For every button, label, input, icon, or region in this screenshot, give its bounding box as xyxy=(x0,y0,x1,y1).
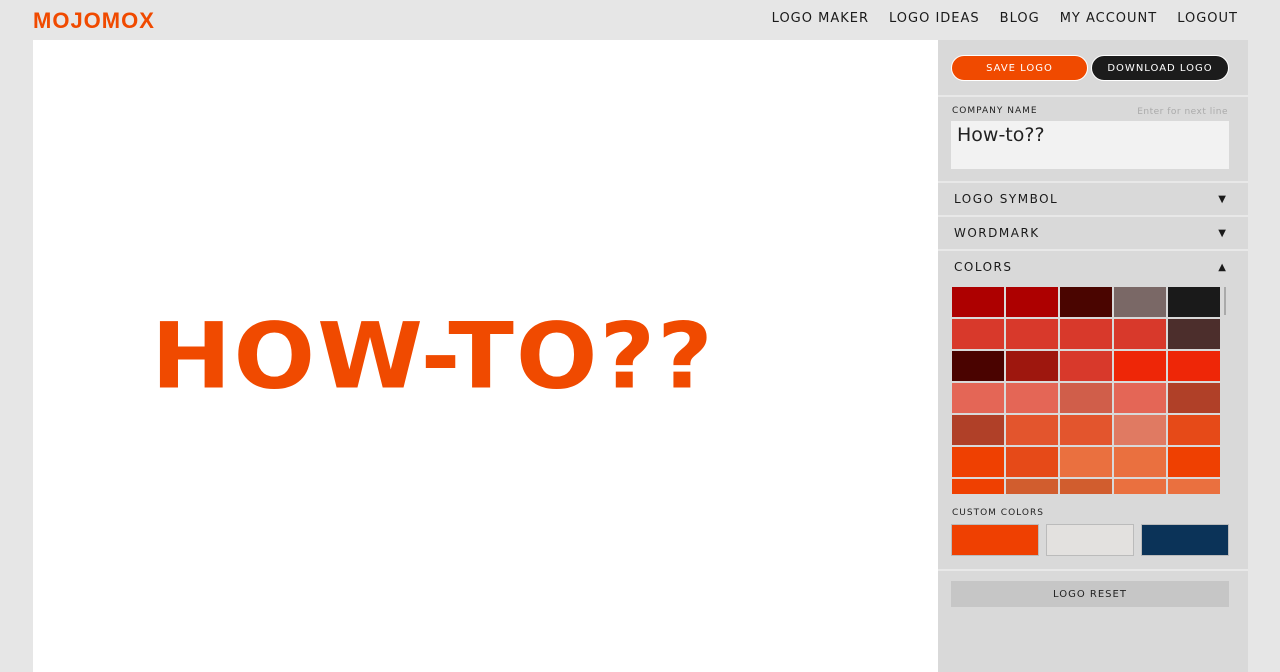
color-swatch[interactable] xyxy=(951,446,1005,478)
download-logo-button[interactable]: DOWNLOAD LOGO xyxy=(1091,55,1229,81)
palette-scrollbar[interactable] xyxy=(1224,287,1226,315)
nav-blog[interactable]: BLOG xyxy=(1000,11,1040,26)
nav-my-account[interactable]: MY ACCOUNT xyxy=(1060,11,1158,26)
color-swatch[interactable] xyxy=(1167,382,1221,414)
color-swatch[interactable] xyxy=(1167,414,1221,446)
color-swatch[interactable] xyxy=(1005,318,1059,350)
color-swatch[interactable] xyxy=(1005,382,1059,414)
color-swatch[interactable] xyxy=(951,318,1005,350)
color-swatch[interactable] xyxy=(1059,446,1113,478)
section-label: LOGO SYMBOL xyxy=(954,192,1059,206)
section-colors[interactable]: COLORS ▲ xyxy=(938,250,1248,284)
color-swatch[interactable] xyxy=(1005,446,1059,478)
color-swatch[interactable] xyxy=(1167,286,1221,318)
nav-logout[interactable]: LOGOUT xyxy=(1177,11,1238,26)
color-swatch[interactable] xyxy=(1005,350,1059,382)
logo-reset-button[interactable]: LOGO RESET xyxy=(951,581,1229,607)
header: MOJOMOX LOGO MAKER LOGO IDEAS BLOG MY AC… xyxy=(0,0,1280,40)
color-swatch[interactable] xyxy=(1113,318,1167,350)
color-palette-grid[interactable] xyxy=(951,286,1229,494)
color-swatch[interactable] xyxy=(1059,318,1113,350)
color-swatch[interactable] xyxy=(1167,350,1221,382)
logo-canvas: HOW-TO?? xyxy=(33,40,938,672)
divider xyxy=(938,569,1248,571)
triangle-down-icon: ▼ xyxy=(1218,227,1226,239)
nav-logo-maker[interactable]: LOGO MAKER xyxy=(772,11,869,26)
color-swatch[interactable] xyxy=(1059,286,1113,318)
nav-logo-ideas[interactable]: LOGO IDEAS xyxy=(889,11,980,26)
custom-color-swatch[interactable] xyxy=(1046,524,1134,556)
custom-color-swatch[interactable] xyxy=(1141,524,1229,556)
color-swatch[interactable] xyxy=(1059,478,1113,494)
section-logo-symbol[interactable]: LOGO SYMBOL ▼ xyxy=(938,182,1248,216)
save-logo-button[interactable]: SAVE LOGO xyxy=(951,55,1088,81)
section-label: WORDMARK xyxy=(954,226,1040,240)
color-swatch[interactable] xyxy=(1113,446,1167,478)
editor-panel: SAVE LOGO DOWNLOAD LOGO COMPANY NAME Ent… xyxy=(938,40,1248,672)
brand-logo[interactable]: MOJOMOX xyxy=(33,8,155,34)
color-swatch[interactable] xyxy=(1167,446,1221,478)
color-swatch[interactable] xyxy=(951,478,1005,494)
color-swatch[interactable] xyxy=(951,350,1005,382)
main-nav: LOGO MAKER LOGO IDEAS BLOG MY ACCOUNT LO… xyxy=(772,11,1238,26)
color-swatch[interactable] xyxy=(1005,286,1059,318)
company-name-label: COMPANY NAME xyxy=(952,106,1038,116)
color-swatch[interactable] xyxy=(1113,478,1167,494)
custom-colors-label: CUSTOM COLORS xyxy=(952,508,1044,518)
color-swatch[interactable] xyxy=(1113,382,1167,414)
section-label: COLORS xyxy=(954,260,1013,274)
color-swatch[interactable] xyxy=(1113,414,1167,446)
color-swatch[interactable] xyxy=(1005,414,1059,446)
color-swatch[interactable] xyxy=(951,414,1005,446)
company-name-hint: Enter for next line xyxy=(1137,107,1228,117)
section-wordmark[interactable]: WORDMARK ▼ xyxy=(938,216,1248,250)
color-swatch[interactable] xyxy=(1059,414,1113,446)
color-swatch[interactable] xyxy=(1167,318,1221,350)
color-swatch[interactable] xyxy=(1113,350,1167,382)
color-swatch[interactable] xyxy=(951,286,1005,318)
color-swatch[interactable] xyxy=(1005,478,1059,494)
triangle-up-icon: ▲ xyxy=(1218,261,1226,273)
color-swatch[interactable] xyxy=(1113,286,1167,318)
logo-preview-text: HOW-TO?? xyxy=(151,302,715,410)
triangle-down-icon: ▼ xyxy=(1218,193,1226,205)
color-swatch[interactable] xyxy=(951,382,1005,414)
custom-color-swatch[interactable] xyxy=(951,524,1039,556)
color-swatch[interactable] xyxy=(1059,350,1113,382)
color-swatch[interactable] xyxy=(1059,382,1113,414)
divider xyxy=(938,95,1248,97)
color-swatch[interactable] xyxy=(1167,478,1221,494)
company-name-input[interactable]: How-to?? xyxy=(951,121,1229,169)
